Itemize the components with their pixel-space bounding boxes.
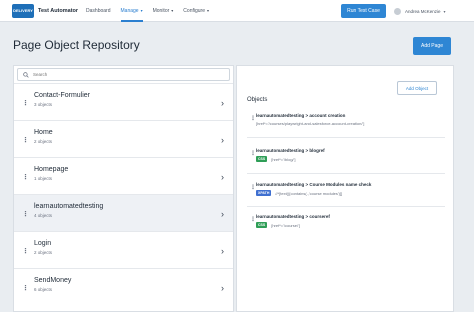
- search-icon: [23, 71, 29, 78]
- item-name: Login: [34, 240, 52, 247]
- nav-configure-label: Configure: [183, 7, 205, 14]
- chevron-down-icon: ▾: [171, 8, 174, 13]
- drag-handle-icon[interactable]: ⋮: [22, 84, 29, 121]
- nav-monitor-label: Monitor: [152, 7, 170, 14]
- object-item[interactable]: ⋮ learnautomatedtesting > account creati…: [250, 113, 446, 126]
- drag-handle-icon[interactable]: ⋮: [22, 269, 29, 306]
- divider: [247, 137, 445, 138]
- item-text: learnautomatedtesting 4 objects: [34, 203, 103, 218]
- item-count: 3 objects: [34, 102, 53, 107]
- add-page-button[interactable]: Add Page: [413, 37, 451, 55]
- nav-manage-label: Manage: [120, 7, 139, 14]
- item-count: 1 objects: [34, 176, 53, 181]
- item-text: Contact-Formulier 3 objects: [34, 92, 90, 107]
- objects-heading: Objects: [247, 97, 268, 103]
- item-text: Homepage 1 objects: [34, 166, 68, 181]
- nav-configure[interactable]: Configure ▾: [183, 0, 209, 22]
- add-object-button[interactable]: Add Object: [397, 81, 437, 95]
- locator-type-badge: CSS: [256, 156, 268, 162]
- nav-manage[interactable]: Manage ▾: [120, 0, 143, 22]
- chevron-right-icon: ›: [221, 171, 224, 182]
- search-box[interactable]: [17, 68, 230, 81]
- logo-text: DELIVERY: [13, 7, 33, 13]
- search-input[interactable]: [33, 72, 213, 77]
- object-locator: [href*='/blog/']: [271, 156, 296, 162]
- object-title: learnautomatedtesting > account creation: [256, 113, 346, 118]
- top-navbar: DELIVERY Test Automator Dashboard Manage…: [0, 0, 474, 22]
- drag-handle-icon[interactable]: ⋮: [22, 232, 29, 269]
- item-text: SendMoney 6 objects: [34, 277, 71, 292]
- locator-type-badge: CSS: [256, 222, 268, 228]
- list-item[interactable]: ⋮ SendMoney 6 objects ›: [14, 268, 233, 305]
- chevron-down-icon: ▾: [443, 8, 446, 14]
- divider: [247, 206, 445, 207]
- list-item-selected[interactable]: ⋮ learnautomatedtesting 4 objects ›: [14, 194, 233, 231]
- chevron-right-icon: ›: [221, 97, 224, 108]
- user-menu[interactable]: Andrea McKenzie ▾: [394, 4, 446, 18]
- object-item[interactable]: ⋮ learnautomatedtesting > blogref CSS [h…: [250, 148, 446, 162]
- divider: [247, 173, 445, 174]
- chevron-right-icon: ›: [221, 134, 224, 145]
- chevron-right-icon: ›: [221, 282, 224, 293]
- object-locator-row: [href*='/courses/playwright-and-salesfor…: [256, 121, 446, 126]
- list-item[interactable]: ⋮ Homepage 1 objects ›: [14, 157, 233, 194]
- drag-handle-icon[interactable]: ⋮: [22, 195, 29, 232]
- page-list-panel: ⋮ Contact-Formulier 3 objects › ⋮ Home 2…: [13, 65, 234, 312]
- nav-dashboard-label: Dashboard: [86, 7, 111, 14]
- item-name: Homepage: [34, 166, 69, 173]
- item-name: Contact-Formulier: [34, 92, 91, 99]
- item-count: 2 objects: [34, 250, 53, 255]
- chevron-down-icon: ▾: [140, 8, 143, 13]
- drag-handle-icon[interactable]: ⋮: [250, 216, 256, 223]
- item-text: Login 2 objects: [34, 240, 52, 255]
- page-title: Page Object Repository: [13, 38, 140, 52]
- object-title: learnautomatedtesting > Course Modules n…: [256, 182, 372, 187]
- item-text: Home 2 objects: [34, 129, 53, 144]
- item-name: Home: [34, 129, 53, 136]
- drag-handle-icon[interactable]: ⋮: [22, 121, 29, 158]
- chevron-right-icon: ›: [221, 208, 224, 219]
- drag-handle-icon[interactable]: ⋮: [22, 158, 29, 195]
- drag-handle-icon[interactable]: ⋮: [250, 150, 256, 157]
- object-item[interactable]: ⋮ learnautomatedtesting > courseref CSS …: [250, 214, 446, 228]
- object-locator: //*[text()[contains(.,'course modules')]…: [275, 190, 343, 196]
- user-name: Andrea McKenzie: [405, 8, 441, 14]
- list-item[interactable]: ⋮ Contact-Formulier 3 objects ›: [14, 83, 233, 120]
- item-count: 6 objects: [34, 287, 53, 292]
- main-nav: Dashboard Manage ▾ Monitor ▾ Configure ▾: [86, 0, 219, 22]
- item-count: 4 objects: [34, 213, 53, 218]
- object-item[interactable]: ⋮ learnautomatedtesting > Course Modules…: [250, 182, 446, 196]
- app-title: Test Automator: [38, 7, 79, 14]
- object-locator-row: CSS [href*='/course/']: [256, 222, 446, 228]
- app-logo[interactable]: DELIVERY: [12, 3, 34, 18]
- list-item[interactable]: ⋮ Login 2 objects ›: [14, 231, 233, 268]
- chevron-down-icon: ▾: [206, 8, 209, 13]
- object-title: learnautomatedtesting > courseref: [256, 214, 330, 219]
- object-locator-row: XPATH //*[text()[contains(.,'course modu…: [256, 190, 446, 196]
- object-locator: [href*='/course/']: [271, 222, 300, 228]
- list-item[interactable]: ⋮ Home 2 objects ›: [14, 120, 233, 157]
- chevron-right-icon: ›: [221, 245, 224, 256]
- objects-panel: Add Object Objects ⋮ learnautomatedtesti…: [236, 65, 454, 312]
- drag-handle-icon[interactable]: ⋮: [250, 184, 256, 191]
- nav-monitor[interactable]: Monitor ▾: [153, 0, 174, 22]
- locator-type-badge: XPATH: [256, 190, 272, 196]
- nav-dashboard[interactable]: Dashboard: [86, 0, 110, 22]
- item-count: 2 objects: [34, 139, 53, 144]
- object-title: learnautomatedtesting > blogref: [256, 148, 325, 153]
- drag-handle-icon[interactable]: ⋮: [250, 115, 256, 122]
- object-locator-row: CSS [href*='/blog/']: [256, 156, 446, 162]
- avatar: [394, 7, 401, 15]
- object-locator: [href*='/courses/playwright-and-salesfor…: [256, 121, 365, 126]
- run-test-case-button[interactable]: Run Test Case: [341, 4, 386, 18]
- item-name: SendMoney: [34, 277, 72, 284]
- item-name: learnautomatedtesting: [34, 203, 104, 210]
